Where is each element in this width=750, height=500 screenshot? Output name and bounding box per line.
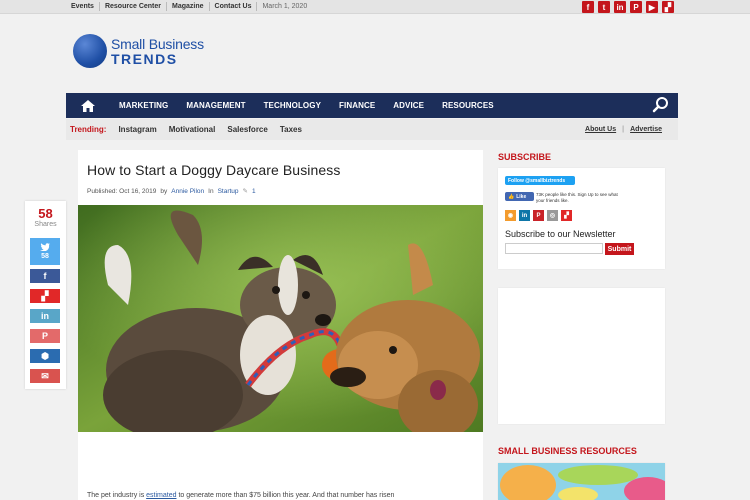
trending-label: Trending: <box>70 125 107 134</box>
email-share-button[interactable]: ✉ <box>30 369 60 383</box>
nav-item-advice[interactable]: ADVICE <box>384 101 433 110</box>
logo-line1: Small Business <box>111 35 204 52</box>
twitter-share-button[interactable]: 58 <box>30 238 60 265</box>
current-date: March 1, 2020 <box>262 3 308 10</box>
buffer-icon: ⬢ <box>41 350 49 361</box>
trending-item-salesforce[interactable]: Salesforce <box>227 125 267 134</box>
article-body-text: The pet industry is estimated to generat… <box>87 492 395 499</box>
share-sidebar: 58 Shares 58 f ▞ in P ⬢ ✉ <box>25 201 66 389</box>
publish-date: Published: Oct 16, 2019 <box>87 187 157 195</box>
facebook-like-text: 73K people like this. Sign Up to see wha… <box>536 192 618 203</box>
article-title: How to Start a Doggy Daycare Business <box>87 162 341 178</box>
trending-bar: Trending: Instagram Motivational Salesfo… <box>66 119 678 140</box>
subscribe-card: Follow @smallbiztrends 👍 Like 73K people … <box>498 168 665 269</box>
logo-globe-icon <box>73 34 107 68</box>
comment-count[interactable]: 1 <box>252 188 256 195</box>
top-link-contact-us[interactable]: Contact Us <box>210 2 258 11</box>
pinterest-icon[interactable]: P <box>533 210 544 221</box>
rss-icon[interactable]: ◉ <box>505 210 516 221</box>
email-icon: ✉ <box>41 370 49 381</box>
twitter-follow-button[interactable]: Follow @smallbiztrends <box>505 176 575 185</box>
nav-item-resources[interactable]: RESOURCES <box>433 101 503 110</box>
resources-heading: SMALL BUSINESS RESOURCES <box>498 446 637 456</box>
facebook-icon[interactable]: f <box>582 1 594 13</box>
article-hero-image <box>78 205 483 432</box>
instagram-icon[interactable]: ◎ <box>547 210 558 221</box>
facebook-share-button[interactable]: f <box>30 269 60 283</box>
article-card: How to Start a Doggy Daycare Business Pu… <box>78 150 483 500</box>
about-us-link[interactable]: About Us <box>585 126 616 133</box>
subscribe-social-icons: ◉ in P ◎ ▞ <box>505 210 572 221</box>
home-icon[interactable] <box>66 93 110 118</box>
twitter-icon <box>40 243 50 253</box>
in-label: In <box>208 187 214 195</box>
top-utility-bar: Events Resource Center Magazine Contact … <box>0 0 750 14</box>
linkedin-share-button[interactable]: in <box>30 309 60 323</box>
pinterest-icon[interactable]: P <box>630 1 642 13</box>
author-link[interactable]: Annie Pilon <box>171 188 204 195</box>
top-links: Events Resource Center Magazine Contact … <box>66 2 312 11</box>
share-label: Shares <box>34 221 57 228</box>
linkedin-icon[interactable]: in <box>614 1 626 13</box>
ad-placeholder <box>498 288 665 424</box>
linkedin-icon: in <box>41 311 49 321</box>
newsletter-heading: Subscribe to our Newsletter <box>505 229 616 239</box>
search-icon[interactable] <box>652 96 670 119</box>
estimated-link[interactable]: estimated <box>146 492 176 499</box>
pinterest-icon: P <box>41 331 48 341</box>
top-social-icons: f t in P ▶ ▞ <box>582 1 674 13</box>
site-logo[interactable]: Small Business TRENDS <box>73 34 204 68</box>
share-count: 58 <box>38 206 53 221</box>
trending-item-instagram[interactable]: Instagram <box>118 125 156 134</box>
flipboard-icon: ▞ <box>41 290 49 301</box>
facebook-icon: f <box>43 271 47 281</box>
newsletter-email-input[interactable] <box>505 243 603 254</box>
nav-item-management[interactable]: MANAGEMENT <box>177 101 254 110</box>
comment-icon[interactable]: ✎ <box>243 187 248 195</box>
flipboard-icon[interactable]: ▞ <box>561 210 572 221</box>
article-meta: Published: Oct 16, 2019 by Annie Pilon I… <box>87 187 256 196</box>
top-link-magazine[interactable]: Magazine <box>167 2 210 11</box>
flipboard-share-button[interactable]: ▞ <box>30 289 60 303</box>
newsletter-submit-button[interactable]: Submit <box>605 243 634 255</box>
twitter-icon[interactable]: t <box>598 1 610 13</box>
logo-line2: TRENDS <box>111 50 178 67</box>
nav-item-finance[interactable]: FINANCE <box>330 101 384 110</box>
facebook-like-button[interactable]: 👍 Like <box>505 192 534 201</box>
nav-item-technology[interactable]: TECHNOLOGY <box>255 101 330 110</box>
resources-image[interactable] <box>498 463 665 500</box>
trending-item-taxes[interactable]: Taxes <box>280 125 302 134</box>
pinterest-share-button[interactable]: P <box>30 329 60 343</box>
trending-item-motivational[interactable]: Motivational <box>169 125 216 134</box>
buffer-share-button[interactable]: ⬢ <box>30 349 60 363</box>
top-link-resource-center[interactable]: Resource Center <box>100 2 167 11</box>
youtube-icon[interactable]: ▶ <box>646 1 658 13</box>
top-link-events[interactable]: Events <box>66 2 100 11</box>
twitter-share-count: 58 <box>41 253 49 260</box>
by-label: by <box>160 187 168 195</box>
flipboard-icon[interactable]: ▞ <box>662 1 674 13</box>
subscribe-heading: SUBSCRIBE <box>498 152 552 162</box>
category-link[interactable]: Startup <box>218 188 239 195</box>
main-nav: MARKETING MANAGEMENT TECHNOLOGY FINANCE … <box>66 93 678 118</box>
nav-item-marketing[interactable]: MARKETING <box>110 101 177 110</box>
advertise-link[interactable]: Advertise <box>630 126 662 133</box>
linkedin-icon[interactable]: in <box>519 210 530 221</box>
thumbs-up-icon: 👍 <box>508 193 515 200</box>
